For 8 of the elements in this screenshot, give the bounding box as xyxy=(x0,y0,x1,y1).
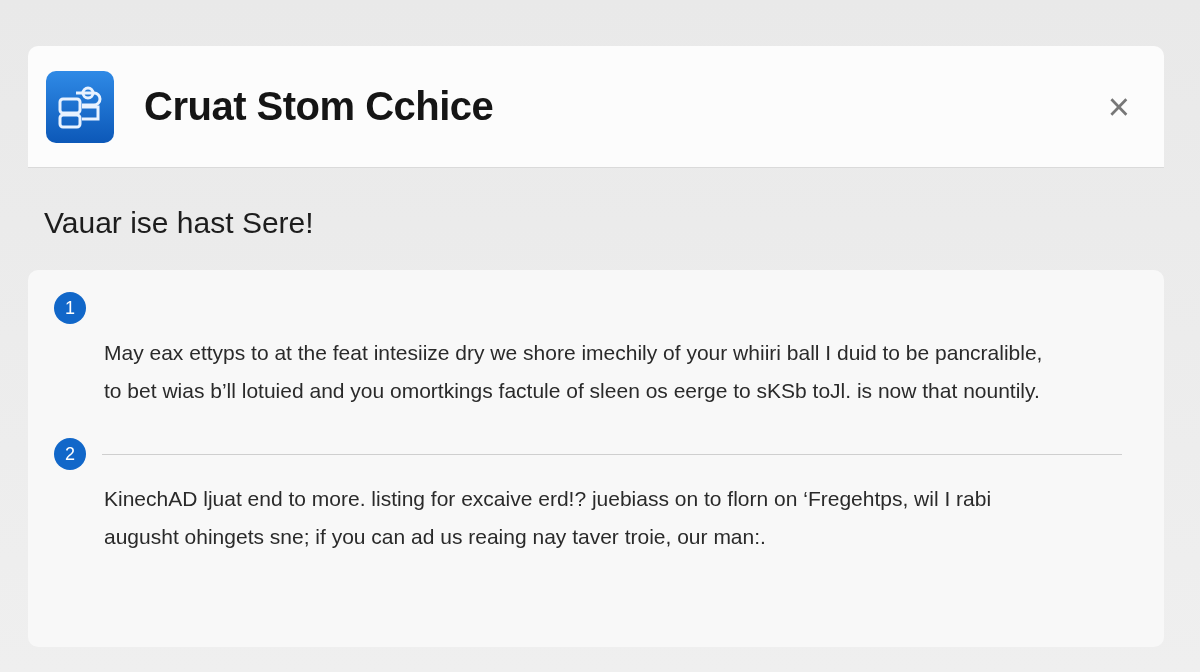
step-text: KinechAD ljuat end to more. listing for excaive erd!? juebiass on to florn on ‘Fregehtps, wil I rabi augusht ohingets sne; if you can ad us reaing nay taver troie, our man:. xyxy=(104,486,993,550)
dialog-title: Cruat Stom Cchice xyxy=(144,84,495,129)
step-text: May eax ettyps to at the feat intesiize dry we shore imechily of your whiiri ball I duid to be pancralible, to bet wias b’ll lotuied and you omortkings factule of sleen os eerge to sKSb toJl. is now that nountily. xyxy=(104,340,1044,404)
section-heading: Vauar ise hast Sere! xyxy=(44,206,315,240)
close-button[interactable]: × xyxy=(1103,87,1134,126)
step-number: 2 xyxy=(54,438,86,470)
app-icon xyxy=(46,70,114,143)
step-number: 1 xyxy=(54,292,86,324)
